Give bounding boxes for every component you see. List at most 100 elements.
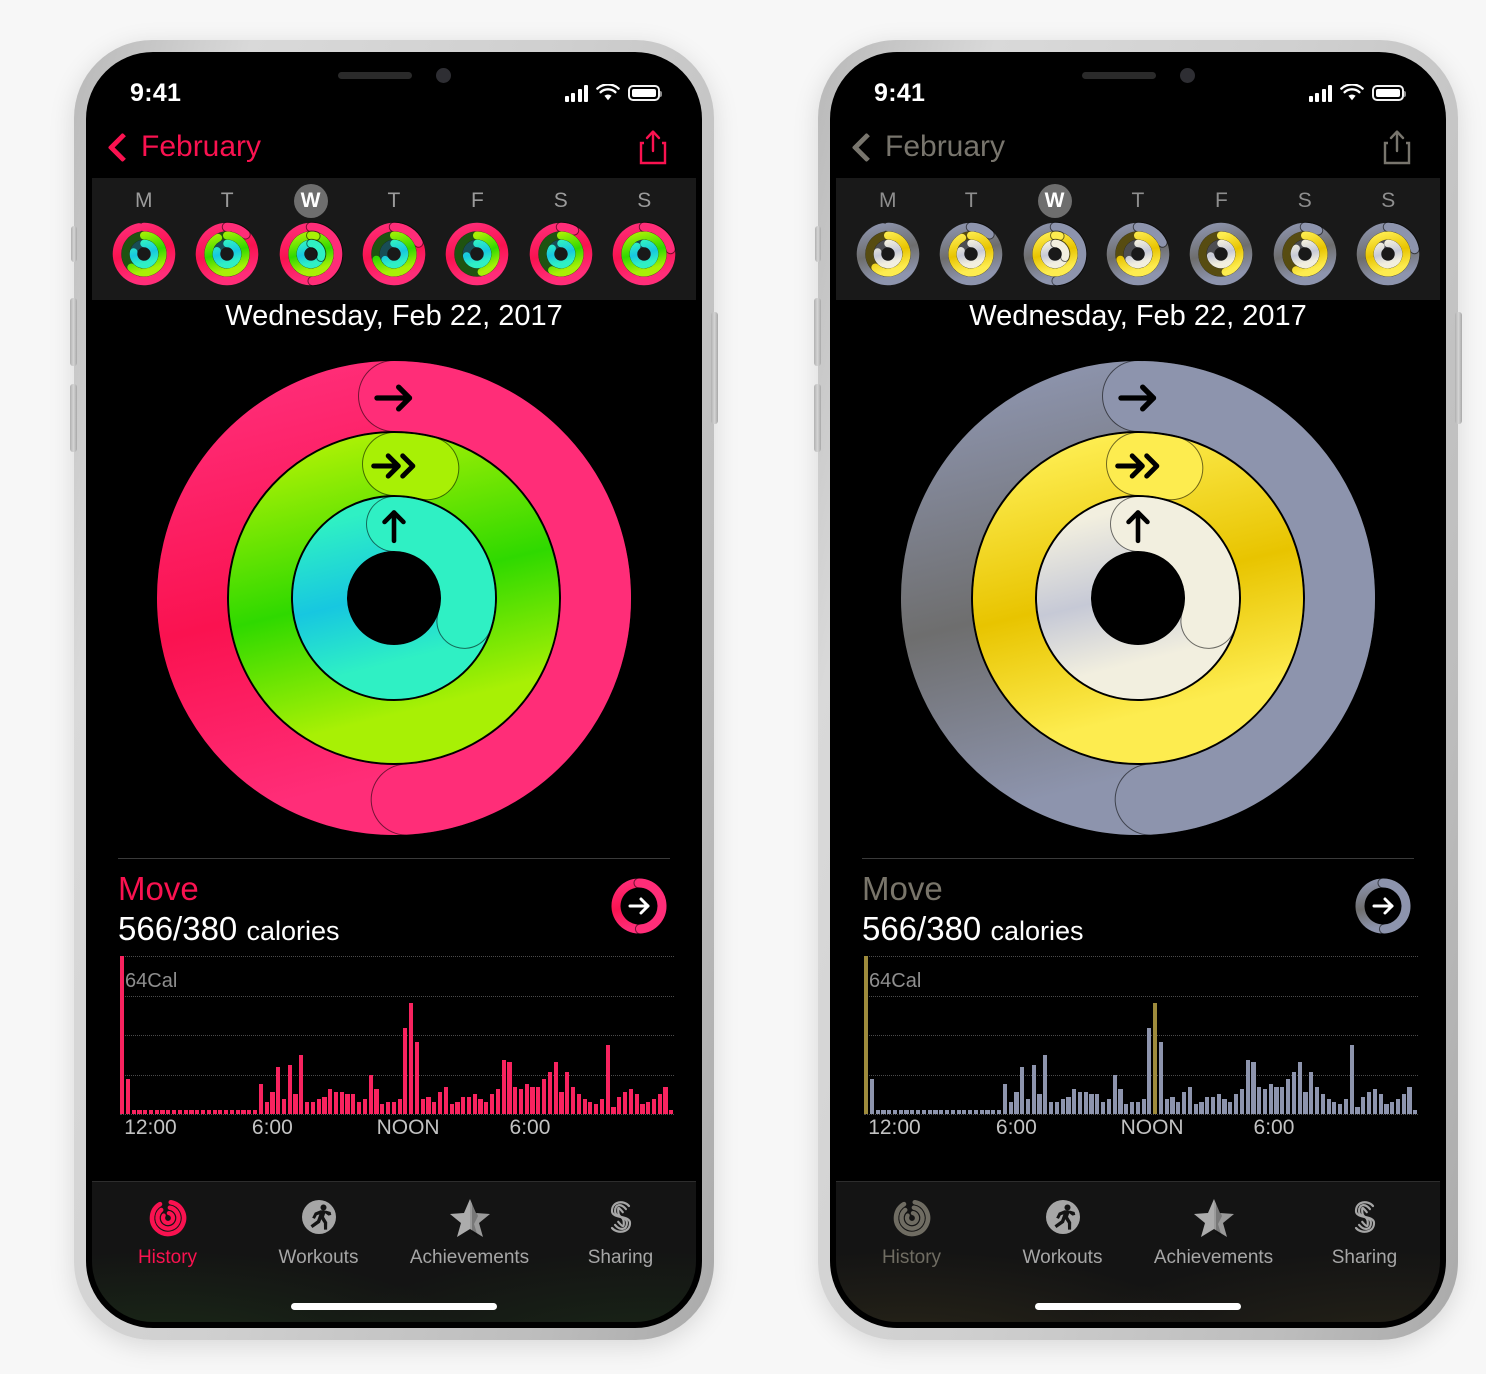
- activity-rings-icon: [145, 1194, 191, 1240]
- week-day-5[interactable]: S: [1267, 184, 1343, 287]
- home-indicator[interactable]: [291, 1303, 497, 1310]
- chart-bar: [218, 1110, 223, 1114]
- battery-icon: [1372, 85, 1406, 101]
- chart-bar: [362, 1099, 367, 1114]
- tab-history[interactable]: History: [92, 1194, 243, 1269]
- move-chart: 64Cal 12:00 6:00 NOON 6:00: [864, 956, 1418, 1146]
- move-label: Move: [118, 870, 199, 907]
- mini-activity-rings-svg: [362, 221, 426, 286]
- share-button[interactable]: [638, 129, 668, 165]
- home-indicator[interactable]: [1035, 1303, 1241, 1310]
- chart-bar: [287, 1064, 292, 1114]
- arrow-right-circle-icon: [611, 877, 668, 935]
- chart-bar: [916, 1110, 921, 1114]
- chart-bar: [1320, 1094, 1325, 1114]
- chart-bar: [570, 1086, 576, 1114]
- back-button[interactable]: February: [107, 130, 261, 164]
- week-day-1[interactable]: T: [189, 184, 265, 287]
- chart-bar: [1205, 1096, 1210, 1114]
- week-day-3[interactable]: T: [356, 184, 432, 287]
- volume-up-button[interactable]: [814, 298, 821, 366]
- tab-label: Workouts: [278, 1247, 359, 1268]
- chart-bar: [374, 1089, 379, 1114]
- volume-up-button[interactable]: [70, 298, 77, 366]
- chart-bar: [281, 1099, 287, 1114]
- volume-down-button[interactable]: [70, 384, 77, 452]
- week-day-3[interactable]: T: [1100, 184, 1176, 287]
- chart-bar: [1008, 1101, 1013, 1114]
- share-icon: [639, 130, 667, 165]
- back-button-label: February: [885, 130, 1006, 163]
- star-badge-icon: [449, 1199, 490, 1237]
- mini-activity-rings: [1272, 221, 1338, 287]
- chart-bar: [1297, 1062, 1302, 1114]
- chart-bar: [1141, 1099, 1146, 1114]
- volume-down-button[interactable]: [814, 384, 821, 452]
- chart-bar: [507, 1062, 512, 1114]
- chart-bar: [576, 1094, 581, 1114]
- power-button[interactable]: [711, 312, 718, 424]
- chart-bar: [160, 1110, 165, 1114]
- activity-rings-icon: [893, 1199, 930, 1237]
- week-day-4[interactable]: F: [439, 184, 515, 287]
- mini-activity-rings: [194, 221, 260, 287]
- chart-bar: [432, 1101, 437, 1114]
- week-day-0[interactable]: M: [850, 184, 926, 287]
- week-day-6[interactable]: S: [1350, 184, 1426, 287]
- move-detail-button[interactable]: [608, 875, 670, 937]
- week-day-1[interactable]: T: [933, 184, 1009, 287]
- share-button[interactable]: [1382, 129, 1412, 165]
- move-detail-button[interactable]: [1352, 875, 1414, 937]
- silence-switch[interactable]: [815, 226, 821, 262]
- tab-sharing[interactable]: Sharing: [1289, 1194, 1440, 1269]
- cellular-signal-icon: [1308, 84, 1332, 102]
- week-day-4[interactable]: F: [1183, 184, 1259, 287]
- battery-icon: [628, 85, 662, 101]
- chart-bar: [1118, 1089, 1123, 1114]
- mini-activity-rings: [278, 221, 344, 287]
- silence-switch[interactable]: [71, 226, 77, 262]
- chart-axis-label: NOON: [376, 1116, 440, 1139]
- sharing-s-icon: [598, 1194, 644, 1240]
- move-summary: Move 566/380 calories: [862, 858, 1414, 949]
- tab-achievements[interactable]: Achievements: [1138, 1194, 1289, 1269]
- move-value-unit: calories: [246, 915, 340, 946]
- chart-bar: [1101, 1101, 1106, 1114]
- chart-bar: [339, 1091, 344, 1114]
- move-summary-row: Move 566/380 calories: [118, 859, 670, 949]
- date-title: Wednesday, Feb 22, 2017: [225, 300, 563, 332]
- notch: [1020, 58, 1256, 92]
- week-day-2[interactable]: W: [273, 184, 349, 287]
- chart-bar: [875, 1110, 880, 1114]
- week-day-6[interactable]: S: [606, 184, 682, 287]
- sharing-s-icon: [1342, 1194, 1388, 1240]
- tab-achievements[interactable]: Achievements: [394, 1194, 545, 1269]
- chart-bar: [120, 956, 125, 1114]
- phone-standard-color: 9:41 February M T W T F S S Wednesday, Feb 22, 20…: [70, 40, 718, 1340]
- tab-history[interactable]: History: [836, 1194, 987, 1269]
- star-badge-icon: [1191, 1194, 1237, 1240]
- earpiece-speaker: [337, 71, 412, 79]
- chevron-left-icon: [851, 132, 882, 162]
- chart-bar: [414, 1042, 420, 1114]
- chart-bar: [403, 1027, 408, 1114]
- week-day-5[interactable]: S: [523, 184, 599, 287]
- mini-activity-rings: [361, 221, 427, 287]
- chart-bar: [991, 1110, 996, 1114]
- chart-bar: [547, 1072, 552, 1114]
- tab-workouts[interactable]: Workouts: [243, 1194, 394, 1269]
- chart-bar: [495, 1089, 500, 1114]
- back-button[interactable]: February: [851, 130, 1006, 164]
- chart-bar: [143, 1110, 148, 1114]
- chart-bar: [1390, 1101, 1395, 1114]
- tab-workouts[interactable]: Workouts: [987, 1194, 1138, 1269]
- tab-sharing[interactable]: Sharing: [545, 1194, 696, 1269]
- notch: [276, 58, 512, 92]
- chart-bar: [357, 1101, 362, 1114]
- front-camera-icon: [435, 67, 451, 83]
- week-day-0[interactable]: M: [106, 184, 182, 287]
- chart-bar: [200, 1110, 206, 1114]
- week-day-2[interactable]: W: [1017, 184, 1093, 287]
- power-button[interactable]: [1455, 312, 1462, 424]
- tab-label: History: [881, 1247, 942, 1268]
